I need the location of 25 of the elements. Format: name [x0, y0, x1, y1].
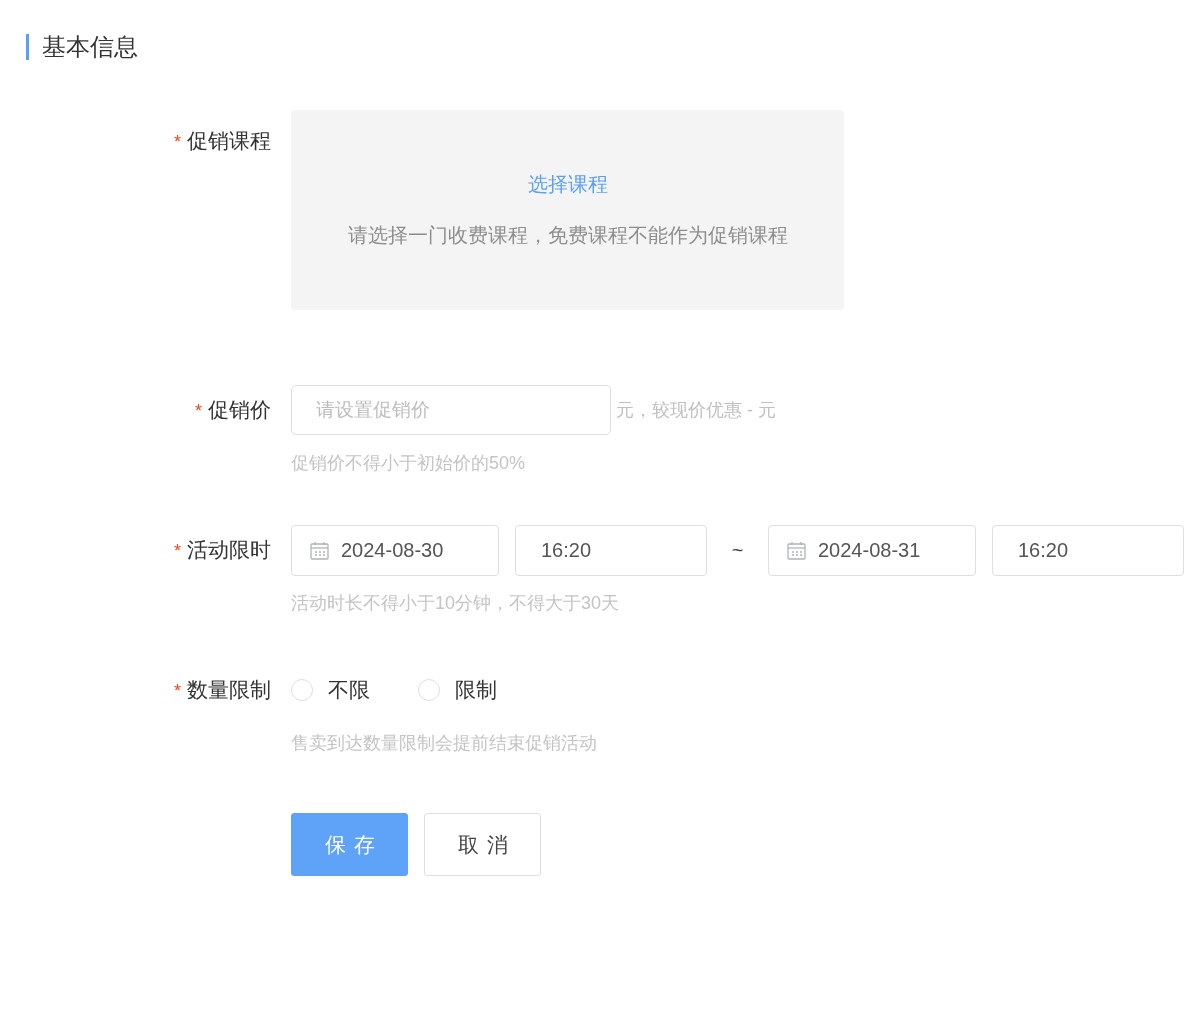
field-label: 促销课程: [187, 128, 271, 154]
field-label: 数量限制: [187, 677, 271, 703]
cancel-button[interactable]: 取消: [424, 813, 541, 876]
course-description: 请选择一门收费课程，免费课程不能作为促销课程: [347, 223, 788, 248]
calendar-icon: [310, 540, 329, 560]
date-field[interactable]: 2024-08-30: [291, 524, 499, 576]
hint-text: 售卖到达数量限制会提前结束促销活动: [291, 733, 598, 753]
radio-option[interactable]: 限制: [418, 676, 497, 704]
required-mark: *: [174, 680, 181, 703]
required-mark: *: [174, 131, 181, 154]
required-mark: *: [195, 400, 202, 423]
field-label: 促销价: [208, 397, 271, 423]
calendar-icon: [787, 540, 806, 560]
range-separator: ~: [730, 538, 745, 562]
hint-text: 促销价不得小于初始价的50%: [291, 453, 527, 473]
time-field[interactable]: 16:20: [515, 524, 707, 576]
required-mark: *: [174, 540, 181, 563]
radio-option[interactable]: 不限: [291, 676, 370, 704]
date-field[interactable]: 2024-08-31: [768, 524, 976, 576]
price-input[interactable]: 请设置促销价: [291, 385, 611, 435]
time-field[interactable]: 16:20: [992, 524, 1184, 576]
price-suffix: 元，较现价优惠 - 元: [616, 399, 776, 422]
field-label: 活动限时: [187, 537, 271, 563]
section-title: 基本信息: [26, 34, 138, 60]
hint-text: 活动时长不得小于10分钟，不得大于30天: [291, 593, 621, 613]
